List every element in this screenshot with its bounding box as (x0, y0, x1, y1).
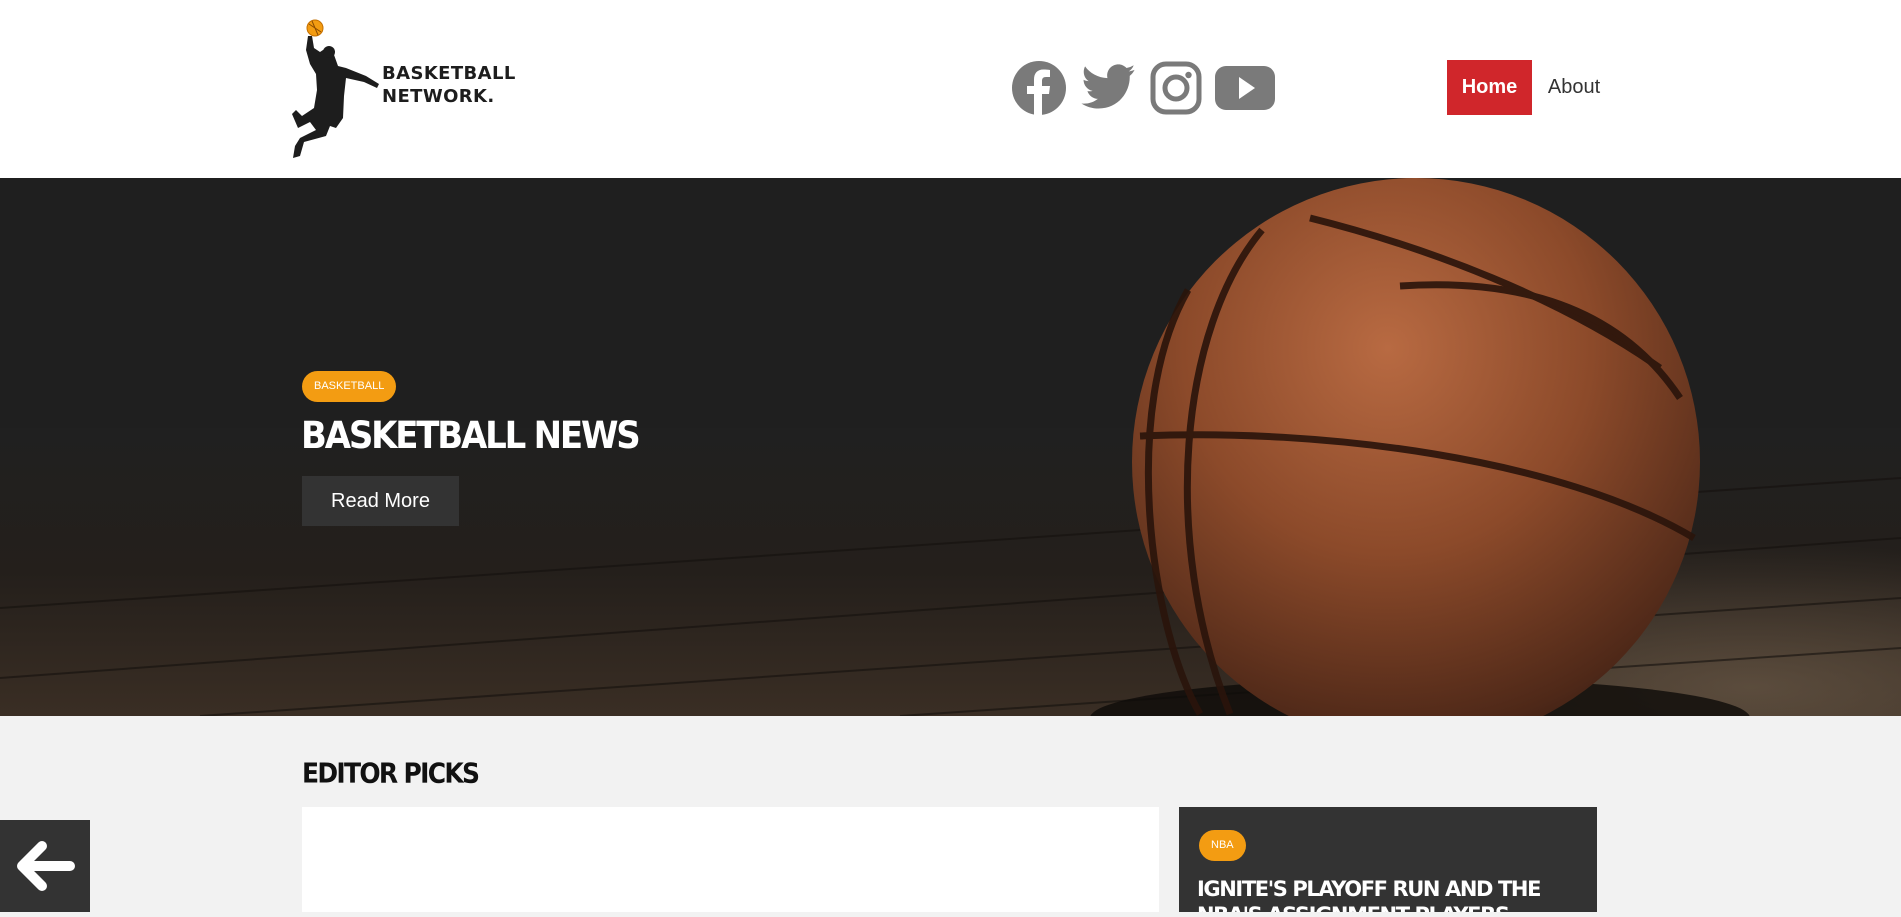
player-silhouette-icon (292, 19, 379, 158)
logo-line-1: BASKETBALL (382, 63, 516, 84)
logo-line-2: NETWORK. (382, 86, 495, 107)
side-card-title[interactable]: IGNITE'S PLAYOFF RUN AND THE NBA'S ASSIG… (1197, 876, 1587, 912)
youtube-icon (1215, 66, 1275, 110)
hero-category-badge[interactable]: BASKETBALL (302, 371, 397, 402)
editor-pick-side-card[interactable]: NBA IGNITE'S PLAYOFF RUN AND THE NBA'S A… (1179, 807, 1597, 912)
twitter-link[interactable] (1080, 59, 1136, 117)
youtube-link[interactable] (1214, 59, 1276, 117)
hero-banner: BASKETBALL BASKETBALL NEWS Read More (0, 178, 1901, 716)
site-logo[interactable]: BASKETBALL NETWORK. (286, 18, 516, 160)
site-header: BASKETBALL NETWORK. Home About (0, 0, 1901, 178)
back-button[interactable] (0, 820, 90, 912)
hero-basketball-image (0, 178, 1901, 716)
instagram-link[interactable] (1150, 59, 1202, 117)
instagram-icon (1150, 61, 1202, 115)
hero-title: BASKETBALL NEWS (301, 414, 641, 458)
editor-pick-main-card[interactable] (302, 807, 1159, 912)
side-card-category-badge[interactable]: NBA (1199, 830, 1246, 861)
twitter-icon (1081, 64, 1135, 109)
nav-about-link[interactable]: About (1536, 60, 1612, 115)
facebook-icon (1012, 61, 1066, 115)
read-more-button[interactable]: Read More (302, 476, 459, 526)
logo-wordmark: BASKETBALL NETWORK. (382, 62, 522, 108)
arrow-left-icon (17, 841, 75, 891)
nav-home-link[interactable]: Home (1447, 60, 1532, 115)
editor-picks-heading: EDITOR PICKS (302, 757, 480, 789)
facebook-link[interactable] (1011, 59, 1067, 117)
